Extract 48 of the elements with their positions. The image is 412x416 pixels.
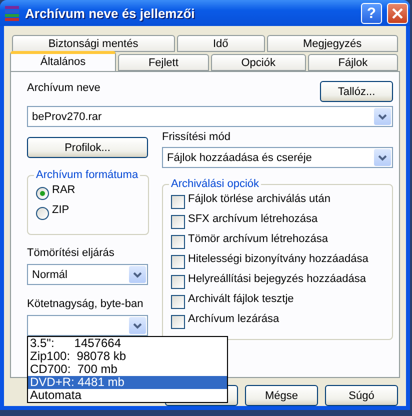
archive-name-field[interactable]: beProv270.rar bbox=[27, 106, 393, 127]
browse-button[interactable]: Tallóz... bbox=[320, 81, 393, 102]
dialog-button[interactable]: Mégse bbox=[245, 385, 318, 406]
chevron-icon bbox=[378, 114, 387, 120]
field-label: Frissítési mód bbox=[162, 130, 230, 144]
close-icon bbox=[392, 8, 403, 18]
chevron-icon bbox=[133, 272, 142, 278]
checkbox[interactable] bbox=[171, 315, 185, 329]
checkbox-label: Archivált fájlok tesztje bbox=[188, 292, 294, 306]
tab[interactable]: Fejlett bbox=[118, 54, 209, 71]
chevron-icon bbox=[378, 154, 387, 160]
tab[interactable]: Fájlok bbox=[308, 54, 398, 71]
group-title: Archívum formátuma bbox=[35, 169, 140, 181]
field-label: Tömörítési eljárás bbox=[27, 246, 114, 260]
checkbox-label: Archívum lezárása bbox=[188, 312, 280, 326]
chevron-icon bbox=[133, 322, 142, 328]
checkbox-label: Fájlok törlése archiválás után bbox=[188, 192, 330, 206]
radio-button[interactable] bbox=[36, 206, 49, 220]
checkbox[interactable] bbox=[171, 235, 185, 249]
group-title: Archiválási opciók bbox=[170, 178, 260, 190]
volume-size-dropdown[interactable] bbox=[27, 315, 148, 336]
checkbox-label: Tömör archívum létrehozása bbox=[188, 232, 328, 246]
tab[interactable]: Biztonsági mentés bbox=[12, 35, 175, 52]
dialog-button[interactable]: Súgó bbox=[325, 385, 398, 406]
window-title: Archívum neve és jellemzői bbox=[25, 6, 196, 20]
checkbox-label: Hitelességi bizonyítvány hozzáadása bbox=[188, 252, 368, 266]
checkbox-label: Helyreállítási bejegyzés hozzáadása bbox=[188, 272, 366, 286]
checkbox[interactable] bbox=[171, 275, 185, 289]
field-label: Archívum neve bbox=[27, 81, 100, 95]
tab[interactable]: Opciók bbox=[210, 54, 306, 71]
radio-label: RAR bbox=[52, 183, 76, 197]
checkbox[interactable] bbox=[171, 295, 185, 309]
close-button[interactable] bbox=[387, 2, 408, 24]
profiles-button[interactable]: Profilok... bbox=[27, 137, 148, 158]
radio-button[interactable] bbox=[36, 186, 49, 200]
radio-label: ZIP bbox=[52, 203, 70, 217]
tab[interactable]: Megjegyzés bbox=[266, 35, 398, 52]
books-icon bbox=[4, 5, 20, 21]
field-label: Kötetnagyság, byte-ban bbox=[27, 297, 144, 311]
tab[interactable]: Általános bbox=[10, 51, 116, 71]
update-mode-dropdown[interactable]: Fájlok hozzáadása és cseréje bbox=[162, 147, 393, 168]
checkbox[interactable] bbox=[171, 255, 185, 269]
checkbox[interactable] bbox=[171, 215, 185, 229]
compression-dropdown[interactable]: Normál bbox=[27, 264, 148, 285]
dropdown-item[interactable]: DVD+R: 4481 mb bbox=[28, 376, 227, 389]
checkbox-label: SFX archívum létrehozása bbox=[188, 212, 318, 226]
checkbox[interactable] bbox=[171, 195, 185, 209]
tab[interactable]: Idő bbox=[176, 35, 265, 52]
